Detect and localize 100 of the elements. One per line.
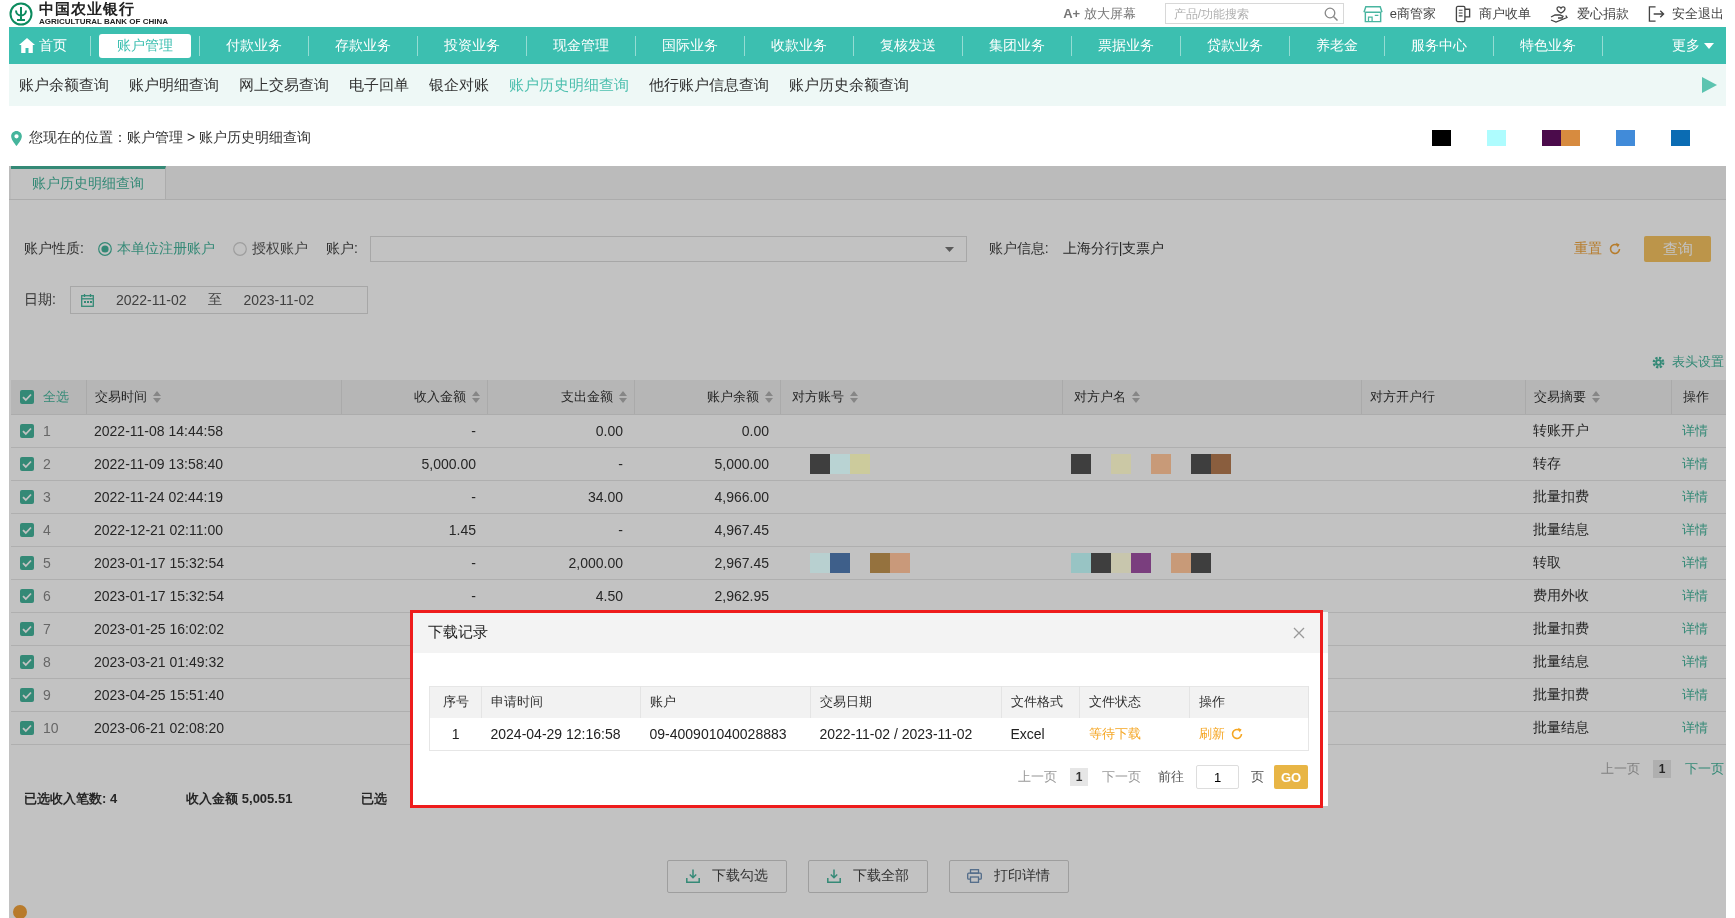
search-field[interactable]: 产品/功能搜索: [1164, 3, 1344, 24]
go-button[interactable]: GO: [1274, 765, 1308, 789]
nav-tab[interactable]: 付款业务: [208, 33, 300, 58]
details-link[interactable]: 详情: [1682, 620, 1708, 636]
query-button[interactable]: 查询: [1644, 236, 1711, 262]
sort-icon[interactable]: [1591, 390, 1600, 403]
table-cell: 0.00: [634, 414, 780, 447]
download-icon: [685, 869, 700, 883]
radio-label[interactable]: 授权账户: [251, 240, 308, 258]
tab[interactable]: 账户历史明细查询: [11, 166, 166, 199]
radio-button[interactable]: [232, 242, 247, 256]
checkbox[interactable]: [20, 423, 34, 438]
radio-button[interactable]: [97, 242, 112, 256]
column-header[interactable]: 收入金额: [341, 380, 487, 414]
close-icon[interactable]: [1293, 626, 1305, 639]
column-header: 对方开户行: [1361, 380, 1525, 414]
header-link[interactable]: 爱心捐款: [1550, 4, 1629, 23]
nav-tab[interactable]: 收款业务: [753, 33, 845, 58]
date-range-field[interactable]: 2022-11-02 至 2023-11-02: [69, 286, 368, 314]
nav-tab[interactable]: 贷款业务: [1189, 33, 1281, 58]
details-link[interactable]: 详情: [1682, 554, 1708, 570]
zoom-button[interactable]: A+ 放大屏幕: [1063, 4, 1136, 23]
page-input[interactable]: 1: [1196, 765, 1239, 789]
checkbox[interactable]: [20, 555, 34, 570]
radio-label[interactable]: 本单位注册账户: [116, 240, 215, 258]
table-cell: 2023-04-25 15:51:40: [86, 678, 341, 711]
sort-icon[interactable]: [849, 390, 858, 403]
nav-tab[interactable]: 养老金: [1298, 33, 1376, 58]
subnav-link[interactable]: 账户余额查询: [19, 75, 109, 95]
subnav-link[interactable]: 他行账户信息查询: [649, 75, 769, 95]
action-button[interactable]: 下载全部: [807, 859, 928, 893]
column-header[interactable]: 支出金额: [487, 380, 634, 414]
column-header[interactable]: 对方账号: [780, 380, 1062, 414]
nav-tab[interactable]: 现金管理: [535, 33, 627, 58]
column-header[interactable]: 账户余额: [634, 380, 780, 414]
header-link[interactable]: 安全退出: [1648, 4, 1724, 23]
nav-tab[interactable]: 存款业务: [317, 33, 409, 58]
subnav-link[interactable]: 账户明细查询: [129, 75, 219, 95]
column-header[interactable]: 交易时间: [86, 380, 341, 414]
nav-tab[interactable]: 复核发送: [862, 33, 954, 58]
checkbox[interactable]: [20, 389, 34, 404]
nav-tab[interactable]: 票据业务: [1080, 33, 1172, 58]
subnav-link[interactable]: 账户历史明细查询: [509, 75, 629, 95]
column-header[interactable]: 对方户名: [1062, 380, 1361, 414]
nav-tab[interactable]: 集团业务: [971, 33, 1063, 58]
nav-tab[interactable]: 特色业务: [1502, 33, 1594, 58]
checkbox[interactable]: [20, 654, 34, 669]
column-settings-link[interactable]: 表头设置: [1652, 352, 1724, 372]
search-icon[interactable]: [1323, 7, 1338, 21]
details-link[interactable]: 详情: [1682, 686, 1708, 702]
details-link[interactable]: 详情: [1682, 653, 1708, 669]
action-button[interactable]: 下载勾选: [666, 859, 787, 893]
nav-tab[interactable]: 投资业务: [426, 33, 518, 58]
refresh-link[interactable]: 刷新: [1198, 724, 1244, 743]
download-icon: [826, 869, 841, 883]
subnav-link[interactable]: 电子回单: [349, 75, 409, 95]
table-cell: 2024-04-29 12:16:58: [481, 717, 641, 751]
reset-button[interactable]: 重置: [1574, 240, 1622, 258]
nav-tab[interactable]: 账户管理: [99, 33, 191, 58]
table-cell: -: [341, 414, 487, 447]
sort-icon[interactable]: [764, 390, 773, 403]
checkbox[interactable]: [20, 588, 34, 603]
select-all-label[interactable]: 全选: [43, 387, 69, 406]
header-link[interactable]: e商管家: [1362, 4, 1436, 23]
nav-tab[interactable]: 更多: [1666, 33, 1720, 58]
checkbox[interactable]: [20, 489, 34, 504]
table-cell: -: [341, 480, 487, 513]
nav-tab[interactable]: 首页: [9, 33, 82, 58]
nav-tab[interactable]: 国际业务: [644, 33, 736, 58]
checkbox[interactable]: [20, 456, 34, 471]
row-number: 5: [43, 554, 51, 571]
page-number[interactable]: 1: [1653, 759, 1671, 778]
nav-tab[interactable]: 服务中心: [1393, 33, 1485, 58]
play-icon[interactable]: [1700, 76, 1718, 94]
sort-icon[interactable]: [152, 390, 161, 403]
header-link[interactable]: 商户收单: [1455, 4, 1531, 23]
table-cell: 2022-11-24 02:44:19: [86, 480, 341, 513]
sort-icon[interactable]: [618, 390, 627, 403]
details-link[interactable]: 详情: [1682, 422, 1708, 438]
account-select[interactable]: [369, 236, 967, 262]
subnav-link[interactable]: 账户历史余额查询: [789, 75, 909, 95]
action-button[interactable]: 打印详情: [948, 859, 1069, 893]
details-link[interactable]: 详情: [1682, 488, 1708, 504]
details-link[interactable]: 详情: [1682, 587, 1708, 603]
page-number[interactable]: 1: [1070, 768, 1088, 786]
sort-icon[interactable]: [471, 390, 480, 403]
summary-text: 已选: [361, 789, 388, 808]
next-page-link[interactable]: 下一页: [1685, 759, 1724, 778]
details-link[interactable]: 详情: [1682, 455, 1708, 471]
sort-icon[interactable]: [1131, 390, 1140, 403]
subnav-link[interactable]: 银企对账: [429, 75, 489, 95]
exit-icon: [1648, 4, 1665, 23]
checkbox[interactable]: [20, 621, 34, 636]
checkbox[interactable]: [20, 720, 34, 735]
subnav-link[interactable]: 网上交易查询: [239, 75, 329, 95]
checkbox[interactable]: [20, 522, 34, 537]
details-link[interactable]: 详情: [1682, 521, 1708, 537]
column-header[interactable]: 交易摘要: [1525, 380, 1671, 414]
details-link[interactable]: 详情: [1682, 719, 1708, 735]
checkbox[interactable]: [20, 687, 34, 702]
